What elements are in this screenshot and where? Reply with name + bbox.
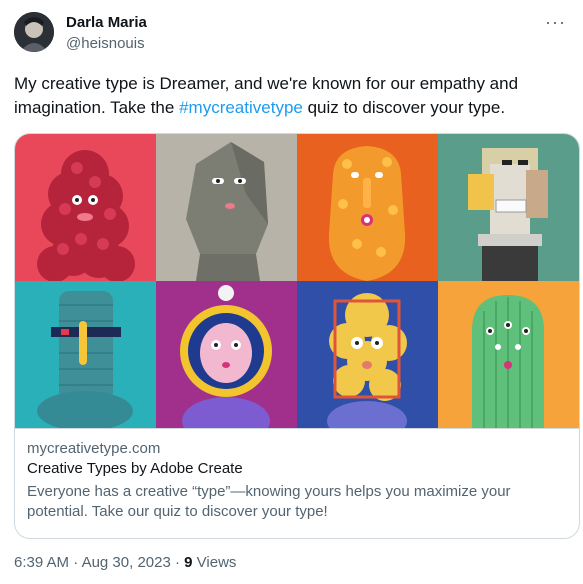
- tile-green-cactus-character: [438, 281, 579, 428]
- tile-yellow-bubbles-character: [297, 281, 438, 428]
- card-footer[interactable]: mycreativetype.com Creative Types by Ado…: [15, 428, 579, 538]
- tile-blocky-cubist-character: [438, 134, 579, 281]
- hashtag-link[interactable]: #mycreativetype: [179, 98, 303, 117]
- meta-separator: ·: [73, 554, 79, 571]
- tile-astronaut-character: [156, 281, 297, 428]
- views-label: Views: [196, 554, 237, 571]
- tile-orange-fuzzy-character: [297, 134, 438, 281]
- card-title: Creative Types by Adobe Create: [27, 460, 243, 477]
- author-name[interactable]: Darla Maria: [66, 14, 147, 31]
- tweet-meta: 6:39 AM · Aug 30, 2023 · 9 Views: [14, 554, 236, 571]
- card-image-grid[interactable]: [15, 134, 579, 428]
- tweet-header: Darla Maria @heisnouis ···: [14, 12, 574, 56]
- tile-stone-face-character: [156, 134, 297, 281]
- more-options-icon[interactable]: ···: [545, 12, 566, 33]
- meta-separator: ·: [174, 554, 180, 571]
- tweet-text: My creative type is Dreamer, and we're k…: [14, 72, 570, 120]
- tweet-date[interactable]: Aug 30, 2023: [82, 554, 171, 571]
- tweet-time[interactable]: 6:39 AM: [14, 554, 69, 571]
- card-domain: mycreativetype.com: [27, 440, 161, 457]
- link-card[interactable]: mycreativetype.com Creative Types by Ado…: [14, 133, 580, 539]
- avatar[interactable]: [14, 12, 54, 52]
- card-description: Everyone has a creative “type”—knowing y…: [27, 483, 511, 520]
- tile-pink-fluffy-character: [15, 134, 156, 281]
- tile-teal-totem-character: [15, 281, 156, 428]
- tweet-text-after: quiz to discover your type.: [302, 98, 506, 117]
- author-handle[interactable]: @heisnouis: [66, 35, 145, 52]
- views-count: 9: [184, 554, 193, 571]
